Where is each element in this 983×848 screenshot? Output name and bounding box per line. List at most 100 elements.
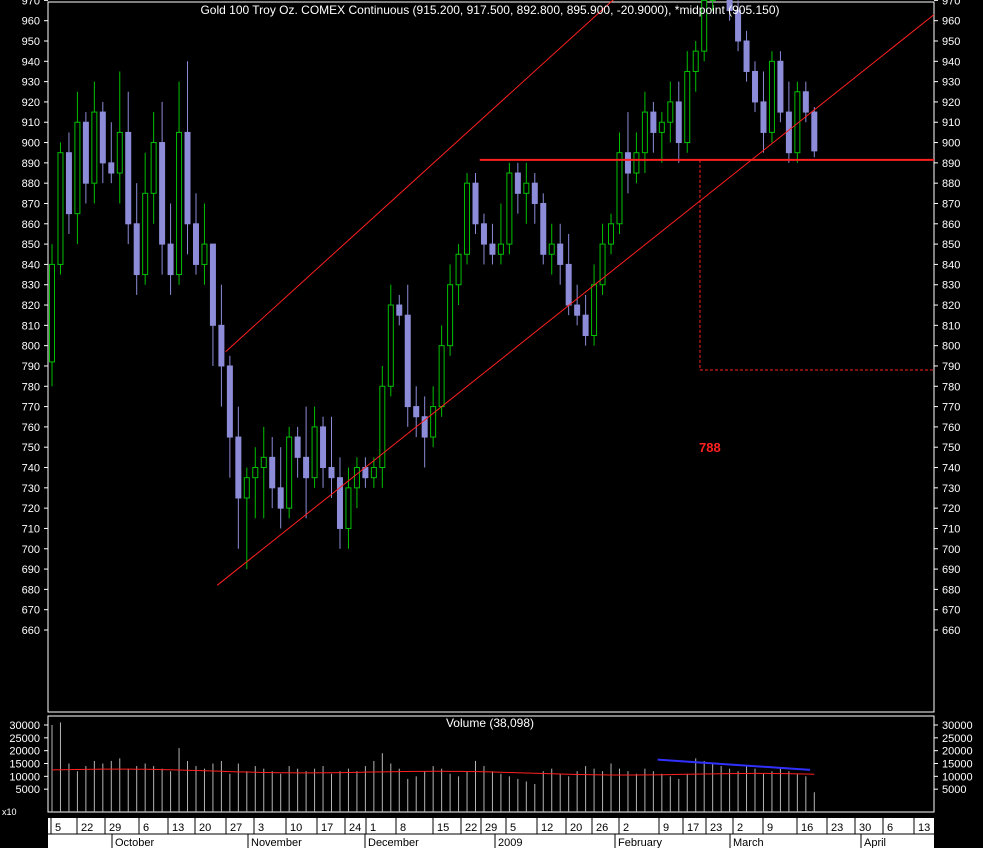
candle-up bbox=[243, 477, 250, 499]
candle-up bbox=[548, 243, 555, 255]
price-tick-label-left: 800 bbox=[22, 341, 40, 353]
candle-down bbox=[108, 162, 115, 174]
day-label: 6 bbox=[887, 822, 893, 834]
candle-up bbox=[201, 243, 208, 265]
price-tick-label-right: 900 bbox=[942, 138, 960, 150]
chart-title: Gold 100 Troy Oz. COMEX Continuous (915.… bbox=[200, 3, 779, 17]
price-tick-label-left: 740 bbox=[22, 463, 40, 475]
price-tick-label-left: 840 bbox=[22, 259, 40, 271]
candle-down bbox=[184, 131, 191, 225]
price-tick-label-left: 890 bbox=[22, 158, 40, 170]
candle-down bbox=[472, 182, 479, 225]
candle-down bbox=[404, 314, 411, 408]
price-tick-label-right: 750 bbox=[942, 442, 960, 454]
candle-up bbox=[667, 101, 674, 123]
price-tick-label-right: 700 bbox=[942, 544, 960, 556]
candle-up bbox=[616, 152, 623, 225]
candle-up bbox=[49, 263, 55, 363]
candle-down bbox=[209, 243, 216, 326]
candle-up bbox=[684, 70, 691, 144]
volume-tick-label-right: 5000 bbox=[942, 784, 966, 796]
day-label: 29 bbox=[485, 822, 497, 834]
price-tick-label-right: 670 bbox=[942, 605, 960, 617]
price-tick-label-left: 680 bbox=[22, 584, 40, 596]
price-tick-label-right: 730 bbox=[942, 483, 960, 495]
price-tick-label-right: 680 bbox=[942, 584, 960, 596]
volume-tick-label-left: 5000 bbox=[16, 784, 40, 796]
price-tick-label-left: 960 bbox=[22, 16, 40, 28]
candle-down bbox=[557, 243, 564, 265]
price-tick-label-right: 800 bbox=[942, 341, 960, 353]
volume-tick-label-right: 10000 bbox=[942, 771, 973, 783]
candle-down bbox=[811, 111, 818, 152]
candle-up bbox=[464, 182, 471, 255]
candle-up bbox=[286, 436, 293, 509]
month-label: November bbox=[251, 837, 302, 848]
day-label: 2 bbox=[623, 822, 629, 834]
candle-up bbox=[523, 182, 530, 194]
price-tick-label-left: 760 bbox=[22, 422, 40, 434]
candle-down bbox=[226, 365, 233, 438]
price-tick-label-right: 960 bbox=[942, 16, 960, 28]
price-tick-label-left: 830 bbox=[22, 280, 40, 292]
price-tick-label-left: 700 bbox=[22, 544, 40, 556]
month-axis-strip bbox=[48, 834, 934, 848]
volume-tick-label-right: 25000 bbox=[942, 733, 973, 745]
price-tick-label-left: 900 bbox=[22, 138, 40, 150]
price-tick-label-left: 820 bbox=[22, 300, 40, 312]
candle-up bbox=[260, 456, 267, 469]
price-tick-label-right: 790 bbox=[942, 361, 960, 373]
candle-down bbox=[802, 91, 809, 113]
candle-down bbox=[531, 182, 538, 204]
candle-down bbox=[489, 243, 496, 255]
month-label: April bbox=[864, 837, 886, 848]
price-tick-label-left: 920 bbox=[22, 97, 40, 109]
price-tick-label-right: 880 bbox=[942, 178, 960, 190]
volume-tick-label-left: 10000 bbox=[9, 771, 40, 783]
price-tick-label-right: 950 bbox=[942, 36, 960, 48]
price-tick-label-right: 940 bbox=[942, 56, 960, 68]
price-tick-label-right: 920 bbox=[942, 97, 960, 109]
day-label: 23 bbox=[831, 822, 843, 834]
day-label: 10 bbox=[290, 822, 302, 834]
price-tick-label-left: 930 bbox=[22, 77, 40, 89]
candle-up bbox=[768, 60, 775, 133]
month-label: December bbox=[368, 837, 419, 848]
candle-up bbox=[311, 426, 318, 479]
candle-up bbox=[353, 467, 360, 489]
candle-down bbox=[99, 111, 106, 164]
day-label: 23 bbox=[710, 822, 722, 834]
price-tick-label-left: 940 bbox=[22, 56, 40, 68]
price-tick-label-left: 690 bbox=[22, 564, 40, 576]
day-label: 22 bbox=[81, 822, 93, 834]
day-label: 3 bbox=[258, 822, 264, 834]
price-tick-label-left: 910 bbox=[22, 117, 40, 129]
day-label: 26 bbox=[596, 822, 608, 834]
candle-up bbox=[506, 172, 513, 245]
price-tick-label-left: 770 bbox=[22, 402, 40, 414]
price-tick-label-left: 790 bbox=[22, 361, 40, 373]
date-axis: 5 22 29 6 13 20 27 3 10 17 24 1 8 15 22 29 5 12 20 26 2 9 17 23… bbox=[48, 818, 934, 848]
candle-up bbox=[370, 467, 377, 479]
candle-up bbox=[438, 345, 445, 408]
price-tick-label-right: 770 bbox=[942, 402, 960, 414]
price-tick-label-right: 720 bbox=[942, 503, 960, 515]
price-tick-label-left: 870 bbox=[22, 198, 40, 210]
price-tick-label-right: 690 bbox=[942, 564, 960, 576]
day-label: 2 bbox=[737, 822, 743, 834]
candle-up bbox=[252, 467, 259, 479]
candle-down bbox=[192, 223, 199, 265]
candle-up bbox=[176, 131, 183, 276]
day-label: 13 bbox=[172, 822, 184, 834]
candle-up bbox=[497, 243, 504, 255]
candle-down bbox=[565, 263, 572, 306]
candle-down bbox=[320, 426, 327, 469]
price-tick-label-left: 970 bbox=[22, 0, 40, 7]
candle-up bbox=[74, 121, 81, 215]
candle-down bbox=[125, 131, 132, 225]
candle-down bbox=[413, 406, 420, 418]
candle-down bbox=[303, 456, 310, 479]
day-label: 13 bbox=[918, 822, 930, 834]
day-label: 5 bbox=[55, 822, 61, 834]
volume-tick-label-left: 30000 bbox=[9, 720, 40, 732]
